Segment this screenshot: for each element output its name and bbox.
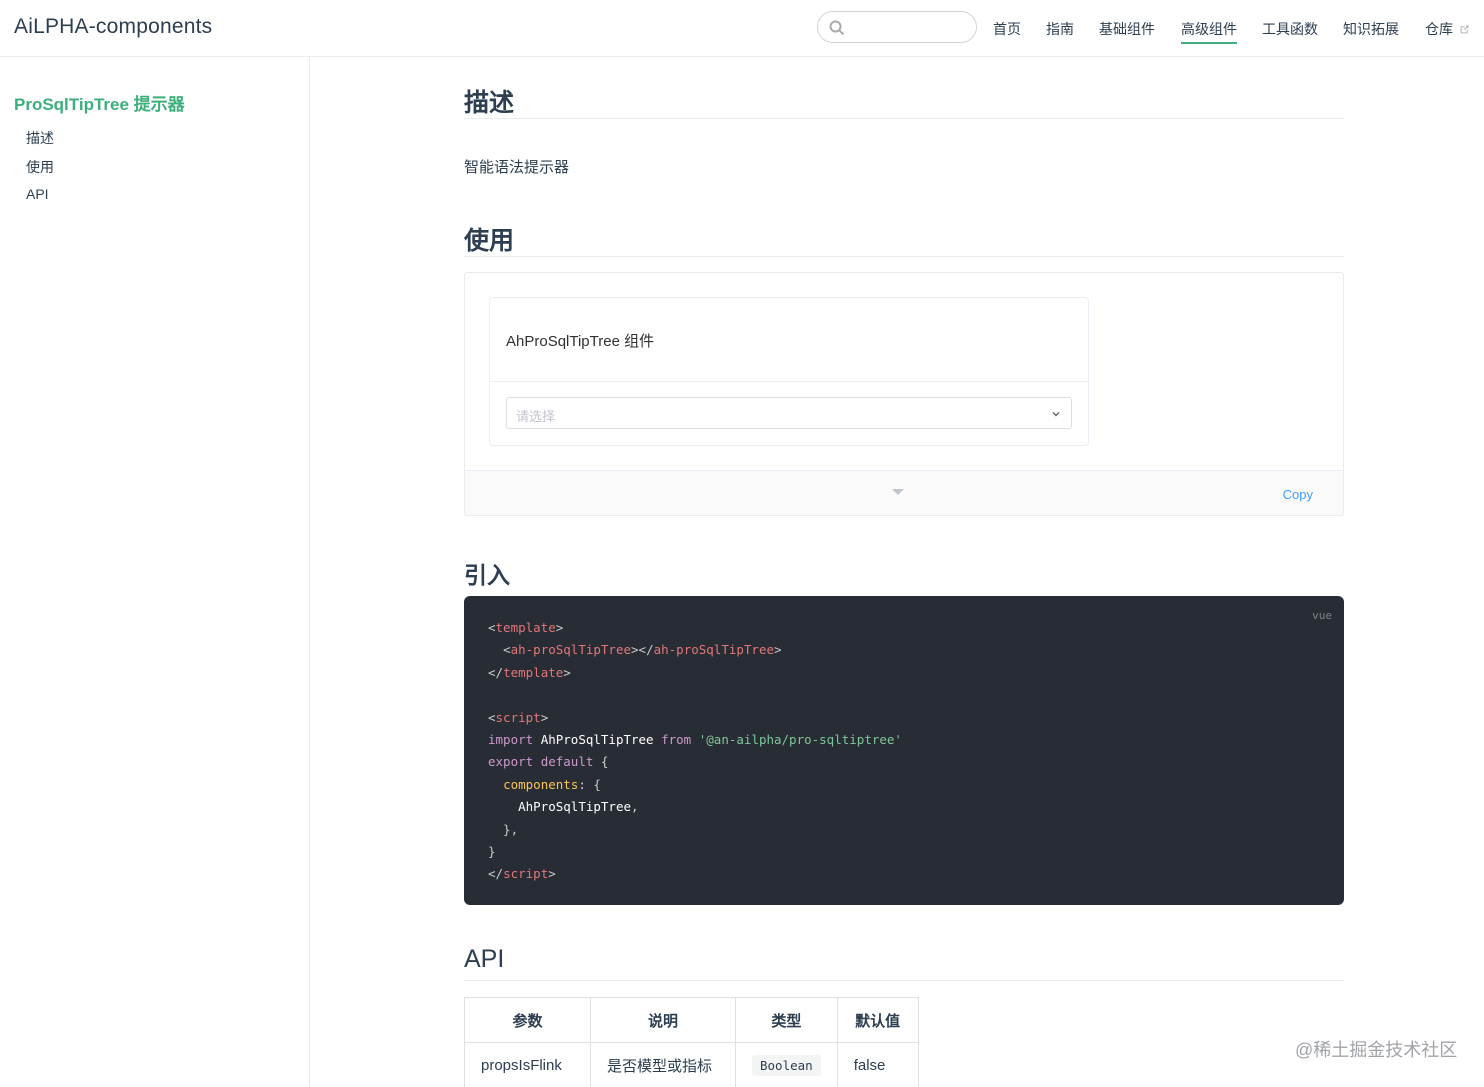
code-block: vue <template> <ah-proSqlTipTree></ah-pr… (464, 596, 1344, 905)
cell-param: propsIsFlink (464, 1042, 591, 1087)
code-content: <template> <ah-proSqlTipTree></ah-proSql… (488, 620, 902, 882)
table-row: propsIsFlink 是否模型或指标 Boolean false (464, 1042, 919, 1087)
table-header-default: 默认值 (836, 997, 919, 1043)
card-title: AhProSqlTipTree 组件 (506, 333, 655, 350)
heading-describe: 描述 (464, 83, 1344, 119)
sidebar-item-api[interactable]: API (26, 186, 49, 202)
demo-block: AhProSqlTipTree 组件 请选择 Copy (464, 272, 1344, 516)
demo-card: AhProSqlTipTree 组件 请选择 (489, 297, 1089, 446)
nav-item-home[interactable]: 首页 (993, 19, 1021, 39)
nav-item-basic-components[interactable]: 基础组件 (1099, 19, 1155, 39)
sql-tip-select[interactable]: 请选择 (506, 397, 1072, 429)
describe-text: 智能语法提示器 (464, 159, 570, 176)
cell-default: false (836, 1042, 919, 1087)
nav-item-utility-functions[interactable]: 工具函数 (1262, 19, 1318, 39)
table-header-desc: 说明 (590, 997, 736, 1043)
code-language-label: vue (1312, 609, 1332, 622)
nav-item-repository[interactable]: 仓库 (1425, 19, 1470, 39)
cell-type: Boolean (735, 1042, 838, 1087)
sidebar-item-usage[interactable]: 使用 (26, 157, 54, 177)
select-placeholder: 请选择 (516, 409, 556, 424)
api-table: 参数 说明 类型 默认值 propsIsFlink 是否模型或指标 Boolea… (464, 997, 919, 1087)
nav-item-advanced-components[interactable]: 高级组件 (1181, 19, 1237, 44)
watermark: @稀土掘金技术社区 (1295, 1040, 1458, 1060)
sidebar-title[interactable]: ProSqlTipTree 提示器 (14, 90, 185, 115)
heading-import: 引入 (464, 562, 510, 588)
sidebar: ProSqlTipTree 提示器 描述 使用 API (0, 57, 310, 1087)
copy-button[interactable]: Copy (1283, 487, 1313, 502)
table-header-row: 参数 说明 类型 默认值 (464, 997, 919, 1043)
table-header-param: 参数 (464, 997, 591, 1043)
caret-down-icon[interactable] (892, 489, 904, 495)
sidebar-item-describe[interactable]: 描述 (26, 128, 54, 148)
demo-expand-bar[interactable]: Copy (465, 470, 1343, 515)
nav-item-guide[interactable]: 指南 (1046, 19, 1074, 39)
nav-links: 首页 指南 基础组件 高级组件 工具函数 知识拓展 仓库 (0, 19, 1484, 44)
nav-item-knowledge[interactable]: 知识拓展 (1343, 19, 1399, 39)
chevron-down-icon (1052, 412, 1060, 417)
heading-api: API (464, 945, 1344, 981)
navbar: AiLPHA-components 首页 指南 基础组件 高级组件 工具函数 知… (0, 0, 1484, 57)
table-header-type: 类型 (735, 997, 838, 1043)
cell-desc: 是否模型或指标 (590, 1042, 736, 1087)
type-badge: Boolean (752, 1054, 821, 1076)
nav-item-repository-label: 仓库 (1425, 21, 1453, 37)
heading-usage: 使用 (464, 221, 1344, 257)
card-header: AhProSqlTipTree 组件 (490, 298, 1088, 382)
external-link-icon (1460, 25, 1469, 34)
